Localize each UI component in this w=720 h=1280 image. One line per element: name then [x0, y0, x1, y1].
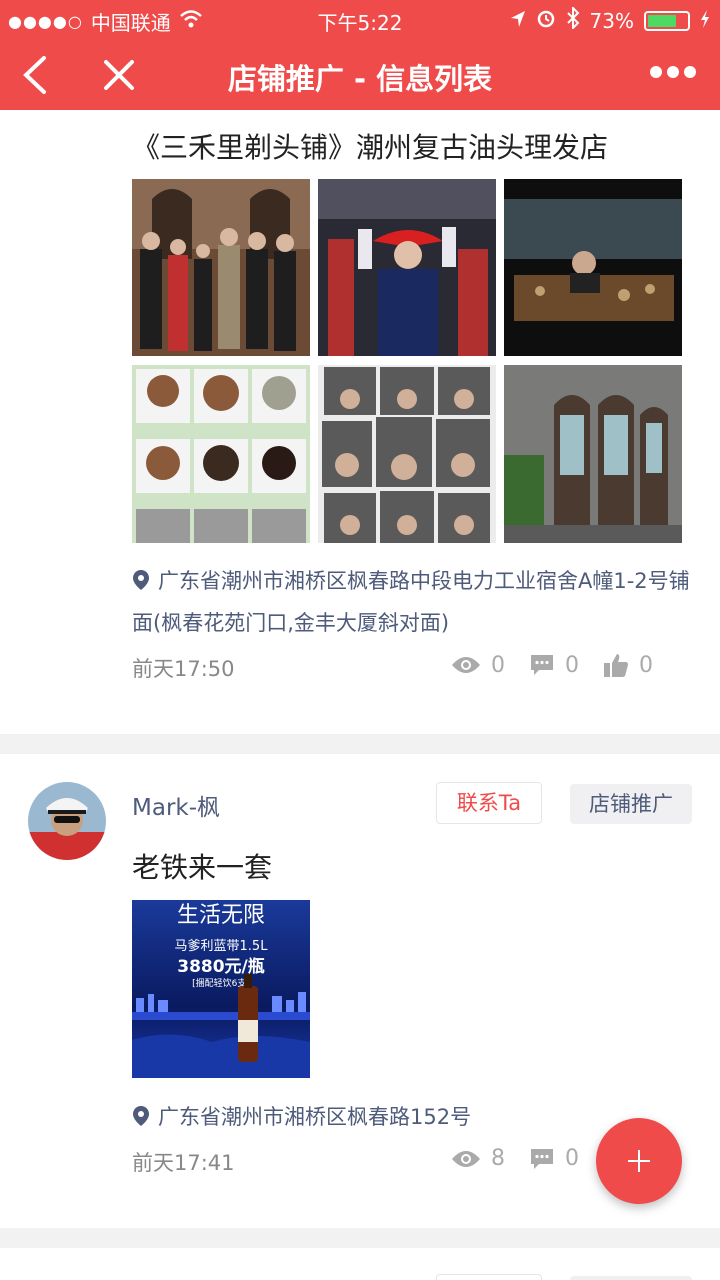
post-image[interactable]: 生活无限 马爹利蓝带1.5L 3880元/瓶 [捆配轻饮6支]: [132, 900, 310, 1078]
location-text: 广东省潮州市湘桥区枫春路152号: [158, 1105, 472, 1129]
comment-button[interactable]: 0: [529, 1146, 579, 1171]
view-count: 8: [451, 1146, 505, 1171]
alarm-icon: [536, 8, 556, 33]
card-divider: [0, 1228, 720, 1248]
location-arrow-icon: [510, 9, 526, 33]
comment-icon: [531, 1148, 553, 1169]
post-card[interactable]: [0, 1248, 720, 1280]
eye-icon: [452, 657, 480, 673]
like-count: 0: [639, 652, 653, 678]
post-image[interactable]: [318, 179, 496, 356]
image-grid: [132, 179, 682, 543]
thumbs-up-icon: [604, 654, 628, 677]
category-tag[interactable]: 店铺推广: [570, 784, 692, 824]
post-stats: 0 0 0: [427, 652, 653, 678]
post-image[interactable]: [504, 179, 682, 356]
post-stats: 8 0: [427, 1146, 579, 1171]
ad-product: 马爹利蓝带1.5L: [175, 939, 269, 954]
view-count-value: 0: [491, 652, 505, 678]
post-image[interactable]: [132, 365, 310, 543]
avatar[interactable]: [28, 782, 106, 860]
comment-count: 0: [565, 652, 579, 678]
comment-count: 0: [565, 1146, 579, 1171]
more-dot: [684, 66, 696, 78]
ad-price: 3880元/瓶: [177, 956, 265, 977]
post-card[interactable]: 《三禾里剃头铺》潮州复古油头理发店 广东省潮州市湘桥区枫春路中段电力工业宿舍A幢…: [0, 110, 720, 734]
battery-level: [648, 14, 676, 27]
post-image[interactable]: [132, 179, 310, 356]
more-dot: [650, 66, 662, 78]
battery-icon: [644, 10, 690, 31]
post-image[interactable]: [318, 365, 496, 543]
view-count-value: 8: [491, 1146, 505, 1171]
add-post-button[interactable]: [596, 1118, 682, 1204]
post-time: 前天17:41: [132, 1151, 235, 1175]
post-time: 前天17:50: [132, 657, 235, 681]
map-pin-icon: [133, 570, 149, 590]
contact-button[interactable]: [436, 1274, 542, 1280]
post-location[interactable]: 广东省潮州市湘桥区枫春路中段电力工业宿舍A幢1-2号铺面(枫春花苑门口,金丰大厦…: [132, 560, 692, 644]
battery-percent: 73%: [589, 8, 634, 33]
view-count: 0: [451, 653, 505, 678]
contact-button[interactable]: 联系Ta: [436, 782, 542, 824]
category-tag[interactable]: [570, 1276, 692, 1280]
more-button[interactable]: [650, 66, 696, 78]
eye-icon: [452, 1150, 480, 1167]
location-text: 广东省潮州市湘桥区枫春路中段电力工业宿舍A幢1-2号铺面(枫春花苑门口,金丰大厦…: [132, 569, 690, 635]
post-title: 老铁来一套: [132, 851, 273, 884]
comment-button[interactable]: 0: [529, 653, 579, 678]
post-title: 《三禾里剃头铺》潮州复古油头理发店: [132, 131, 609, 164]
nav-bar: 店铺推广 - 信息列表: [0, 40, 720, 110]
map-pin-icon: [133, 1106, 149, 1126]
post-image[interactable]: [504, 365, 682, 543]
username[interactable]: Mark-枫: [132, 788, 220, 822]
like-button[interactable]: 0: [603, 652, 653, 678]
page-title: 店铺推广 - 信息列表: [227, 62, 493, 96]
card-divider: [0, 734, 720, 754]
status-bar: ●●●●○ 中国联通 下午5:22 73%: [0, 0, 720, 40]
more-dot: [667, 66, 679, 78]
ad-headline: 生活无限: [177, 903, 265, 928]
charging-icon: [700, 9, 710, 33]
comment-icon: [531, 655, 553, 675]
bluetooth-icon: [566, 5, 580, 34]
